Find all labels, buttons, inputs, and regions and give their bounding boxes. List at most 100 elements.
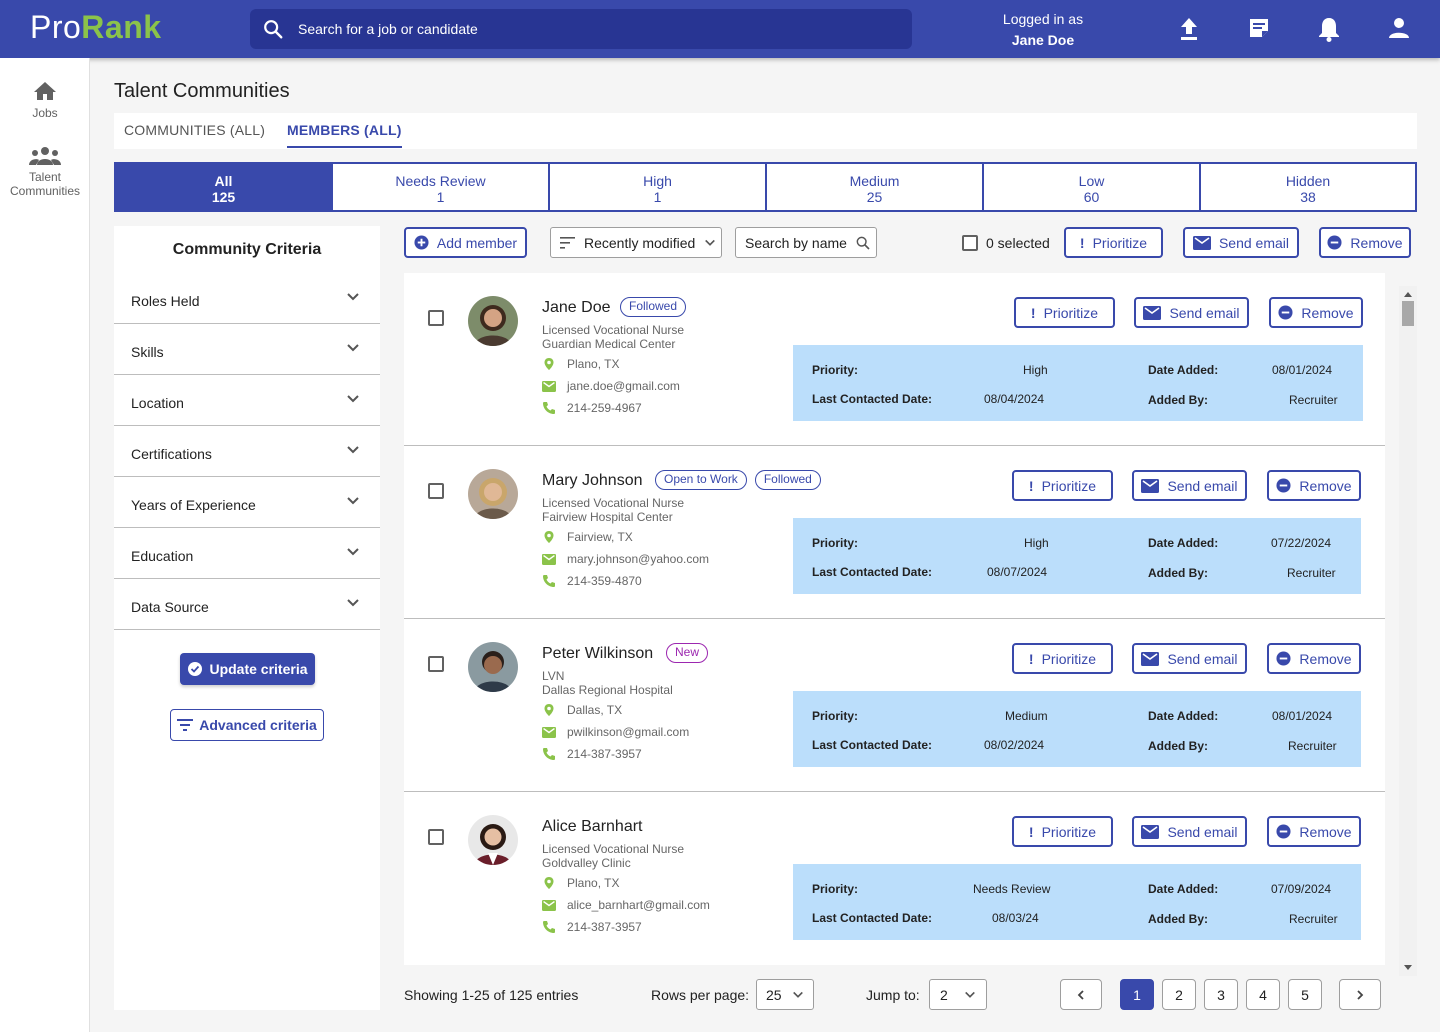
notes-icon[interactable] <box>1247 16 1271 40</box>
tab-members[interactable]: MEMBERS (ALL) <box>287 122 402 148</box>
bell-icon[interactable] <box>1318 16 1340 42</box>
member-name[interactable]: Alice Barnhart <box>542 818 643 836</box>
member-email[interactable]: pwilkinson@gmail.com <box>542 725 689 739</box>
tab-communities[interactable]: COMMUNITIES (ALL) <box>124 122 265 138</box>
page-4-button[interactable]: 4 <box>1246 979 1280 1010</box>
filter-hidden[interactable]: Hidden 38 <box>1199 162 1417 212</box>
bulk-send-email-button[interactable]: Send email <box>1183 227 1299 258</box>
chevron-down-icon <box>964 991 975 998</box>
member-location: Fairview, TX <box>542 530 633 544</box>
added-by-value: Recruiter <box>1289 912 1338 926</box>
upload-icon[interactable] <box>1177 16 1201 42</box>
bulk-remove-button[interactable]: Remove <box>1319 227 1411 258</box>
filter-all[interactable]: All 125 <box>114 162 333 212</box>
member-list-scrollbar[interactable] <box>1399 286 1417 976</box>
member-phone[interactable]: 214-359-4870 <box>542 574 642 588</box>
exclamation-icon: ! <box>1028 650 1034 667</box>
date-added-value: 07/09/2024 <box>1271 882 1332 896</box>
chevron-down-icon <box>347 497 359 505</box>
advanced-criteria-button[interactable]: Advanced criteria <box>170 709 324 741</box>
chevron-left-icon <box>1077 989 1084 1000</box>
member-location: Plano, TX <box>542 876 619 890</box>
criteria-years-of-experience[interactable]: Years of Experience <box>114 477 380 528</box>
criteria-data-source[interactable]: Data Source <box>114 579 380 630</box>
add-member-button[interactable]: Add member <box>404 227 527 258</box>
remove-button[interactable]: Remove <box>1267 470 1361 501</box>
added-by-value: Recruiter <box>1289 393 1338 407</box>
status-badge: New <box>666 643 709 663</box>
member-checkbox[interactable] <box>428 656 444 672</box>
send-email-button[interactable]: Send email <box>1132 643 1247 674</box>
criteria-certifications[interactable]: Certifications <box>114 426 380 477</box>
member-checkbox[interactable] <box>428 829 444 845</box>
member-checkbox[interactable] <box>428 483 444 499</box>
account-icon[interactable] <box>1387 16 1411 40</box>
remove-button[interactable]: Remove <box>1267 816 1361 847</box>
logged-in-label: Logged in as <box>1002 11 1084 27</box>
bulk-prioritize-button[interactable]: ! Prioritize <box>1064 227 1163 258</box>
remove-button[interactable]: Remove <box>1269 297 1363 328</box>
next-page-button[interactable] <box>1339 979 1381 1010</box>
member-job: LVN Dallas Regional Hospital <box>542 669 673 697</box>
criteria-education[interactable]: Education <box>114 528 380 579</box>
rows-per-page-select[interactable]: 25 <box>756 979 814 1010</box>
member-job: Licensed Vocational Nurse Guardian Medica… <box>542 323 685 351</box>
jump-to-label: Jump to: <box>866 987 920 1003</box>
global-search-input[interactable]: Search for a job or candidate <box>250 9 912 49</box>
prioritize-button[interactable]: ! Prioritize <box>1012 470 1113 501</box>
filter-medium[interactable]: Medium 25 <box>765 162 984 212</box>
member-email[interactable]: alice_barnhart@gmail.com <box>542 898 710 912</box>
criteria-skills[interactable]: Skills <box>114 324 380 375</box>
chevron-down-icon <box>347 344 359 352</box>
mail-icon <box>542 380 556 392</box>
last-contacted-label: Last Contacted Date: <box>812 738 933 752</box>
member-name[interactable]: Jane Doe <box>542 299 611 317</box>
page-2-button[interactable]: 2 <box>1162 979 1196 1010</box>
send-email-button[interactable]: Send email <box>1132 470 1247 501</box>
side-nav: Jobs Talent Communities <box>0 58 90 1032</box>
jump-to-select[interactable]: 2 <box>929 979 987 1010</box>
mail-icon <box>1141 651 1160 666</box>
prioritize-button[interactable]: ! Prioritize <box>1012 816 1113 847</box>
member-name[interactable]: Peter Wilkinson <box>542 645 653 663</box>
last-contacted-value: 08/07/2024 <box>987 565 1048 579</box>
member-name[interactable]: Mary Johnson <box>542 472 643 490</box>
sort-select[interactable]: Recently modified <box>550 227 722 258</box>
mail-icon <box>1143 305 1162 320</box>
mail-icon <box>542 899 556 911</box>
page-1-button[interactable]: 1 <box>1120 979 1154 1010</box>
sidebar-item-jobs[interactable]: Jobs <box>0 80 90 120</box>
send-email-button[interactable]: Send email <box>1134 297 1249 328</box>
send-email-button[interactable]: Send email <box>1132 816 1247 847</box>
mail-icon <box>542 553 556 565</box>
avatar <box>468 642 518 692</box>
prorank-logo[interactable]: ProRank <box>30 9 162 45</box>
member-phone[interactable]: 214-387-3957 <box>542 920 642 934</box>
member-checkbox[interactable] <box>428 310 444 326</box>
page-5-button[interactable]: 5 <box>1288 979 1322 1010</box>
filter-low[interactable]: Low 60 <box>982 162 1201 212</box>
select-all-checkbox[interactable] <box>962 235 978 251</box>
member-email[interactable]: jane.doe@gmail.com <box>542 379 680 393</box>
sidebar-item-talent-communities[interactable]: Talent Communities <box>0 146 90 198</box>
page-3-button[interactable]: 3 <box>1204 979 1238 1010</box>
prioritize-button[interactable]: ! Prioritize <box>1014 297 1115 328</box>
badge-group: New <box>666 643 709 663</box>
filter-high[interactable]: High 1 <box>548 162 767 212</box>
prev-page-button[interactable] <box>1060 979 1102 1010</box>
showing-entries: Showing 1-25 of 125 entries <box>404 987 579 1003</box>
member-search-input[interactable]: Search by name <box>735 227 877 258</box>
filter-needs-review[interactable]: Needs Review 1 <box>331 162 550 212</box>
priority-value: High <box>1023 363 1048 377</box>
phone-icon <box>543 575 555 587</box>
added-by-label: Added By: <box>1148 912 1208 926</box>
remove-button[interactable]: Remove <box>1267 643 1361 674</box>
global-search-placeholder: Search for a job or candidate <box>298 21 478 37</box>
criteria-location[interactable]: Location <box>114 375 380 426</box>
criteria-roles-held[interactable]: Roles Held <box>114 273 380 324</box>
member-phone[interactable]: 214-387-3957 <box>542 747 642 761</box>
prioritize-button[interactable]: ! Prioritize <box>1012 643 1113 674</box>
member-phone[interactable]: 214-259-4967 <box>542 401 642 415</box>
update-criteria-button[interactable]: Update criteria <box>180 653 315 685</box>
member-email[interactable]: mary.johnson@yahoo.com <box>542 552 709 566</box>
